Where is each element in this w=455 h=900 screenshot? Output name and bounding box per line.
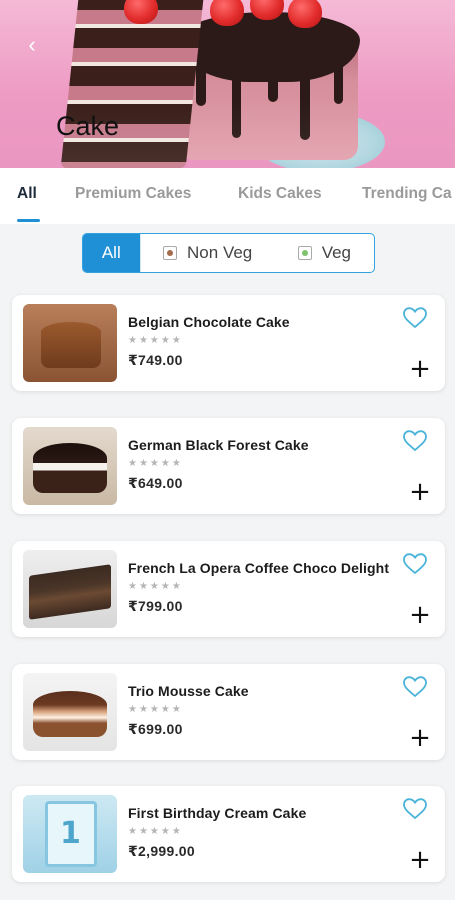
heart-icon[interactable] [403,430,427,452]
non-veg-icon [163,246,178,260]
product-name: German Black Forest Cake [128,437,309,453]
product-name: Trio Mousse Cake [128,683,249,699]
add-to-cart-button[interactable]: + [409,602,431,628]
product-price: ₹799.00 [128,598,183,614]
filter-all-button[interactable]: All [83,234,140,272]
heart-icon[interactable] [403,676,427,698]
plus-icon: + [409,600,431,630]
add-to-cart-button[interactable]: + [409,725,431,751]
plus-icon: + [409,723,431,753]
rating-stars: ★★★★★ [128,704,183,715]
product-image [23,795,117,873]
tab-all[interactable]: All [17,185,37,203]
product-price: ₹649.00 [128,475,183,491]
category-tabs: All Premium Cakes Kids Cakes Trending Ca [0,168,455,224]
plus-icon: + [409,477,431,507]
add-to-cart-button[interactable]: + [409,356,431,382]
veg-icon [297,246,312,260]
product-card[interactable]: Trio Mousse Cake ★★★★★ ₹699.00 + [12,664,445,760]
plus-icon: + [409,354,431,384]
chevron-left-icon: ‹ [28,32,36,57]
back-button[interactable]: ‹ [20,33,44,57]
product-image [23,427,117,505]
category-banner: ‹ Cake [0,0,455,168]
product-price: ₹2,999.00 [128,843,195,859]
product-card[interactable]: German Black Forest Cake ★★★★★ ₹649.00 + [12,418,445,514]
tab-kids-cakes[interactable]: Kids Cakes [238,185,322,203]
heart-icon[interactable] [403,307,427,329]
product-card[interactable]: French La Opera Coffee Choco Delight ★★★… [12,541,445,637]
rating-stars: ★★★★★ [128,458,183,469]
page-title: Cake [56,111,120,141]
filter-non-veg-button[interactable]: Non Veg [139,234,275,272]
add-to-cart-button[interactable]: + [409,847,431,873]
product-image [23,304,117,382]
add-to-cart-button[interactable]: + [409,479,431,505]
product-name: French La Opera Coffee Choco Delight [128,560,390,576]
rating-stars: ★★★★★ [128,335,183,346]
plus-icon: + [409,845,431,875]
diet-filter: All Non Veg Veg [82,233,375,273]
rating-stars: ★★★★★ [128,826,183,837]
tab-trending-cakes[interactable]: Trending Ca [362,185,452,203]
product-card[interactable]: First Birthday Cream Cake ★★★★★ ₹2,999.0… [12,786,445,882]
product-name: First Birthday Cream Cake [128,805,307,821]
filter-veg-button[interactable]: Veg [275,234,374,272]
product-image [23,550,117,628]
tab-premium-cakes[interactable]: Premium Cakes [75,185,191,203]
product-price: ₹699.00 [128,721,183,737]
product-image [23,673,117,751]
heart-icon[interactable] [403,553,427,575]
product-card[interactable]: Belgian Chocolate Cake ★★★★★ ₹749.00 + [12,295,445,391]
product-price: ₹749.00 [128,352,183,368]
heart-icon[interactable] [403,798,427,820]
product-name: Belgian Chocolate Cake [128,314,290,330]
rating-stars: ★★★★★ [128,581,183,592]
active-tab-indicator [17,219,40,222]
